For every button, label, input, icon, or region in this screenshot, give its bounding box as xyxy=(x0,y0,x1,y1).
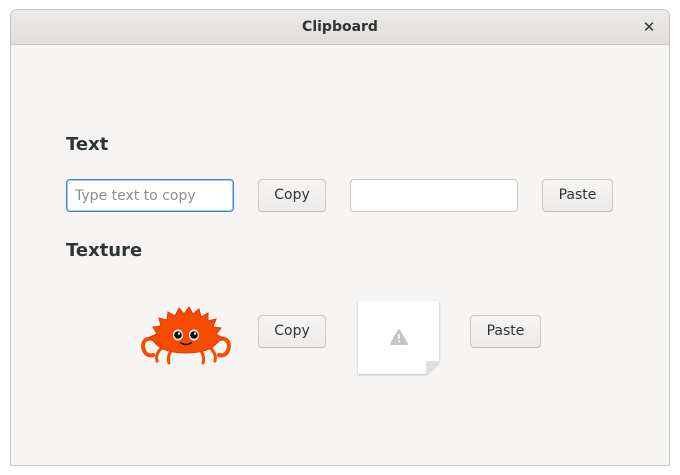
paste-text-output[interactable] xyxy=(350,179,518,212)
paste-texture-button[interactable]: Paste xyxy=(470,315,541,348)
clipboard-window: Clipboard ✕ Text Copy Paste Texture Copy xyxy=(10,9,670,466)
paste-text-button[interactable]: Paste xyxy=(542,179,613,212)
copy-text-input[interactable] xyxy=(66,179,234,212)
copy-texture-button[interactable]: Copy xyxy=(258,315,326,348)
copy-text-button[interactable]: Copy xyxy=(258,179,326,212)
window-title: Clipboard xyxy=(302,19,378,35)
missing-image-icon xyxy=(358,301,439,374)
texture-section-heading: Texture xyxy=(66,240,143,261)
crab-icon xyxy=(140,306,232,365)
titlebar[interactable]: Clipboard ✕ xyxy=(11,10,669,45)
close-icon[interactable]: ✕ xyxy=(637,15,661,39)
text-section-heading: Text xyxy=(66,134,109,155)
